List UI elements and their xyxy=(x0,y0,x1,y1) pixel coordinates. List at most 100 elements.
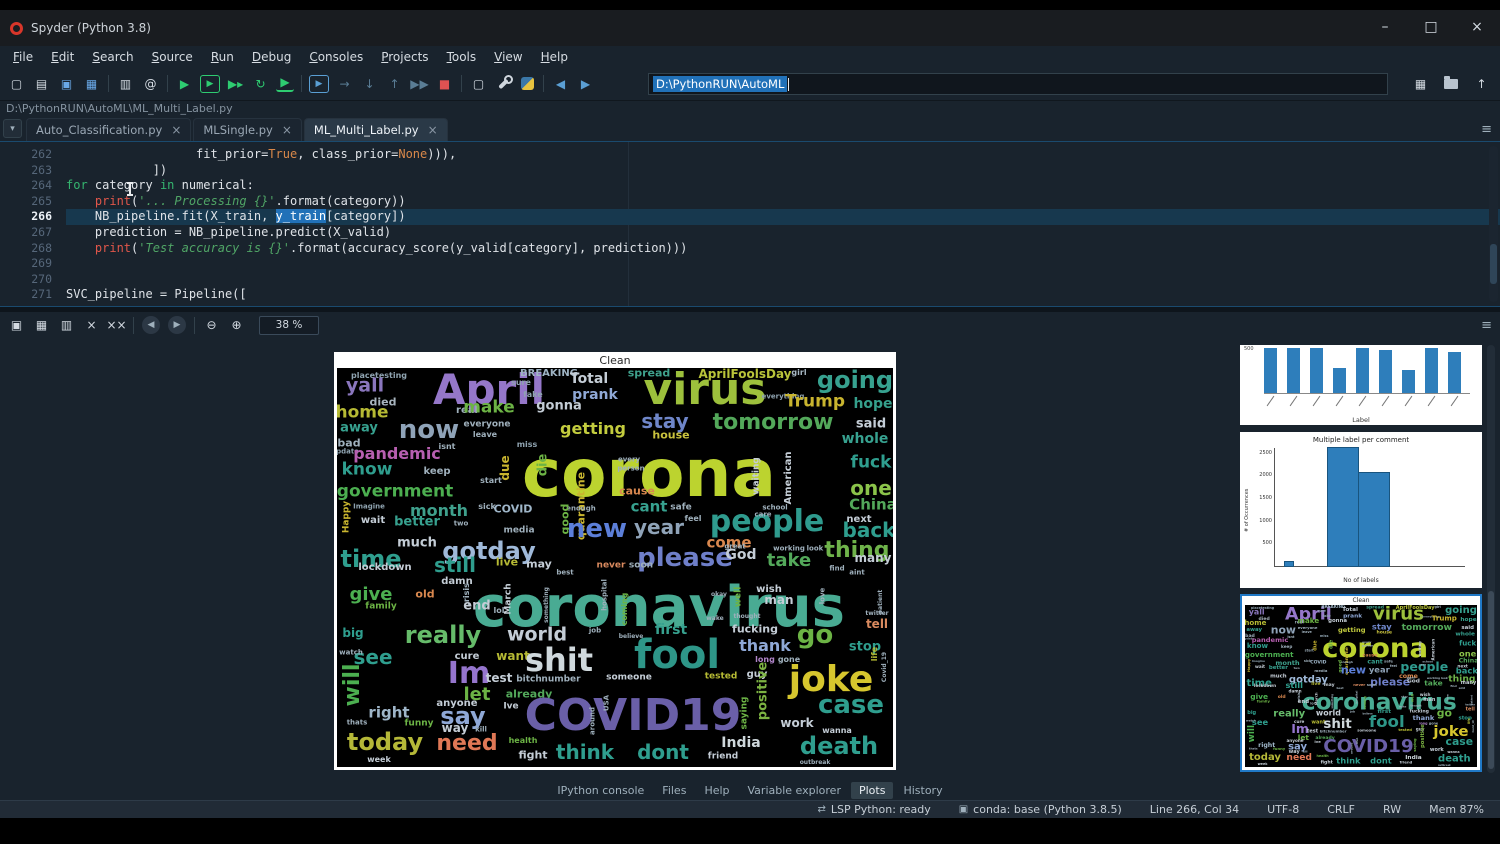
cloud-word: man xyxy=(764,594,793,606)
pane-tab-history[interactable]: History xyxy=(895,782,950,799)
step-return-button[interactable]: ↑ xyxy=(382,72,407,95)
plot-thumbnail-histogram[interactable]: Multiple label per comment # of Occurren… xyxy=(1240,432,1482,588)
code-editor[interactable]: 262 fit_prior=True, class_prior=None))),… xyxy=(0,141,1500,307)
zoom-out-button[interactable]: ⊖ xyxy=(199,314,224,337)
close-button[interactable]: × xyxy=(1454,10,1500,44)
open-file-button[interactable]: ▤ xyxy=(29,72,54,95)
save-all-button[interactable]: ▦ xyxy=(79,72,104,95)
editor-tab[interactable]: ML_Multi_Label.py× xyxy=(304,118,448,141)
code-text[interactable]: for category in numerical: xyxy=(66,178,1500,194)
thumbnails-scrollbar-thumb[interactable] xyxy=(1488,591,1494,769)
zoom-in-button[interactable]: ⊕ xyxy=(224,314,249,337)
symbol-finder-button[interactable]: @ xyxy=(138,72,163,95)
pythonpath-button[interactable] xyxy=(521,77,534,90)
cloud-word: hope xyxy=(1460,617,1476,623)
menu-search[interactable]: Search xyxy=(83,48,142,66)
menu-file[interactable]: File xyxy=(4,48,42,66)
cloud-word: find xyxy=(829,566,844,573)
menu-tools[interactable]: Tools xyxy=(438,48,486,66)
new-file-button[interactable]: ▢ xyxy=(4,72,29,95)
copy-plot-button[interactable]: ▥ xyxy=(54,314,79,337)
code-area[interactable]: 262 fit_prior=True, class_prior=None))),… xyxy=(0,142,1500,303)
code-token: in xyxy=(160,178,174,192)
titlebar: Spyder (Python 3.8) –□× xyxy=(0,10,1500,46)
open-working-dir-button[interactable] xyxy=(1444,79,1458,89)
file-switcher-button[interactable]: ▥ xyxy=(113,72,138,95)
continue-button[interactable]: ▶▶ xyxy=(407,72,432,95)
maximize-pane-button[interactable]: ▢ xyxy=(466,72,491,95)
menu-view[interactable]: View xyxy=(485,48,531,66)
preferences-button[interactable] xyxy=(491,72,516,95)
menu-source[interactable]: Source xyxy=(143,48,202,66)
run-button[interactable]: ▶ xyxy=(172,72,197,95)
tab-close-icon[interactable]: × xyxy=(171,123,181,137)
code-line: 269 xyxy=(0,256,1500,272)
maximize-button[interactable]: □ xyxy=(1408,10,1454,44)
go-up-button[interactable]: ↑ xyxy=(1469,72,1494,95)
rerun-cell-button[interactable]: ↻ xyxy=(248,72,273,95)
menu-consoles[interactable]: Consoles xyxy=(300,48,372,66)
code-token: category xyxy=(88,178,160,192)
editor-tab[interactable]: Auto_Classification.py× xyxy=(26,118,191,141)
pane-tab-variable-explorer[interactable]: Variable explorer xyxy=(740,782,849,799)
plot-thumbnail-bar-chart[interactable]: 500 Label xyxy=(1240,345,1482,425)
code-text[interactable]: NB_pipeline.fit(X_train, y_train[categor… xyxy=(66,209,1500,225)
run-cell-advance-button[interactable]: ▶▸ xyxy=(223,72,248,95)
save-all-plots-button[interactable]: ▦ xyxy=(29,314,54,337)
menu-debug[interactable]: Debug xyxy=(243,48,300,66)
code-token: '... Processing {}' xyxy=(138,194,275,208)
code-text[interactable]: fit_prior=True, class_prior=None))), xyxy=(66,147,1500,163)
tab-close-icon[interactable]: × xyxy=(282,123,292,137)
thumbnails-scrollbar[interactable] xyxy=(1487,345,1495,773)
plot-thumbnail-wordcloud-selected[interactable]: Clean placetestingyallAprilBREAKINGTotal… xyxy=(1240,594,1482,772)
window-layout-button[interactable]: ▦ xyxy=(1408,72,1433,95)
code-text[interactable]: SVC_pipeline = Pipeline([ xyxy=(66,287,1500,303)
step-into-button[interactable]: ↓ xyxy=(357,72,382,95)
code-text[interactable]: ]) xyxy=(66,163,1500,179)
cloud-word: job xyxy=(1350,710,1355,713)
run-cell-button[interactable]: ▶ xyxy=(200,75,220,93)
status-label: UTF-8 xyxy=(1267,803,1299,816)
run-selection-button[interactable]: ▶ xyxy=(276,76,294,92)
plot-title: Clean xyxy=(334,354,896,367)
cloud-word: fool xyxy=(1369,713,1405,729)
previous-plot-button[interactable]: ◀ xyxy=(142,316,160,334)
working-directory-input[interactable]: D:\PythonRUN\AutoML xyxy=(648,73,1388,95)
pane-tab-help[interactable]: Help xyxy=(696,782,737,799)
cloud-word: week xyxy=(367,756,391,764)
remove-all-plots-button[interactable]: ×× xyxy=(104,314,129,337)
pane-tab-ipython-console[interactable]: IPython console xyxy=(549,782,652,799)
next-plot-button[interactable]: ▶ xyxy=(168,316,186,334)
stop-button[interactable]: ■ xyxy=(432,72,457,95)
tab-close-icon[interactable]: × xyxy=(428,123,438,137)
code-text[interactable] xyxy=(66,272,1500,288)
forward-button[interactable]: ▶ xyxy=(573,72,598,95)
pane-tab-files[interactable]: Files xyxy=(654,782,694,799)
code-text[interactable]: prediction = NB_pipeline.predict(X_valid… xyxy=(66,225,1500,241)
menu-run[interactable]: Run xyxy=(202,48,243,66)
zoom-level-box[interactable]: 38 % xyxy=(259,316,319,335)
minimize-button[interactable]: – xyxy=(1362,10,1408,44)
pane-tab-plots[interactable]: Plots xyxy=(851,782,893,799)
save-button[interactable]: ▣ xyxy=(54,72,79,95)
remove-plot-button[interactable]: × xyxy=(79,314,104,337)
menu-edit[interactable]: Edit xyxy=(42,48,83,66)
cloud-word: care xyxy=(754,512,771,519)
editor-scrollbar[interactable] xyxy=(1489,146,1498,302)
code-text[interactable]: print('... Processing {}'.format(categor… xyxy=(66,194,1500,210)
code-text[interactable]: print('Test accuracy is {}'.format(accur… xyxy=(66,241,1500,257)
save-plot-button[interactable]: ▣ xyxy=(4,314,29,337)
plots-options-menu-button[interactable]: ≡ xyxy=(1481,318,1492,333)
debug-button[interactable]: ▶ xyxy=(309,75,329,93)
step-over-button[interactable]: → xyxy=(332,72,357,95)
browse-tabs-button[interactable]: ▾ xyxy=(3,119,22,138)
editor-scrollbar-thumb[interactable] xyxy=(1490,244,1497,284)
zoom-level-value: 38 % xyxy=(276,319,303,331)
menu-help[interactable]: Help xyxy=(532,48,577,66)
menu-projects[interactable]: Projects xyxy=(372,48,437,66)
cloud-word: fight xyxy=(1321,760,1333,764)
code-text[interactable] xyxy=(66,256,1500,272)
back-button[interactable]: ◀ xyxy=(548,72,573,95)
editor-tab[interactable]: MLSingle.py× xyxy=(193,118,302,141)
editor-options-menu-button[interactable]: ≡ xyxy=(1481,122,1492,137)
